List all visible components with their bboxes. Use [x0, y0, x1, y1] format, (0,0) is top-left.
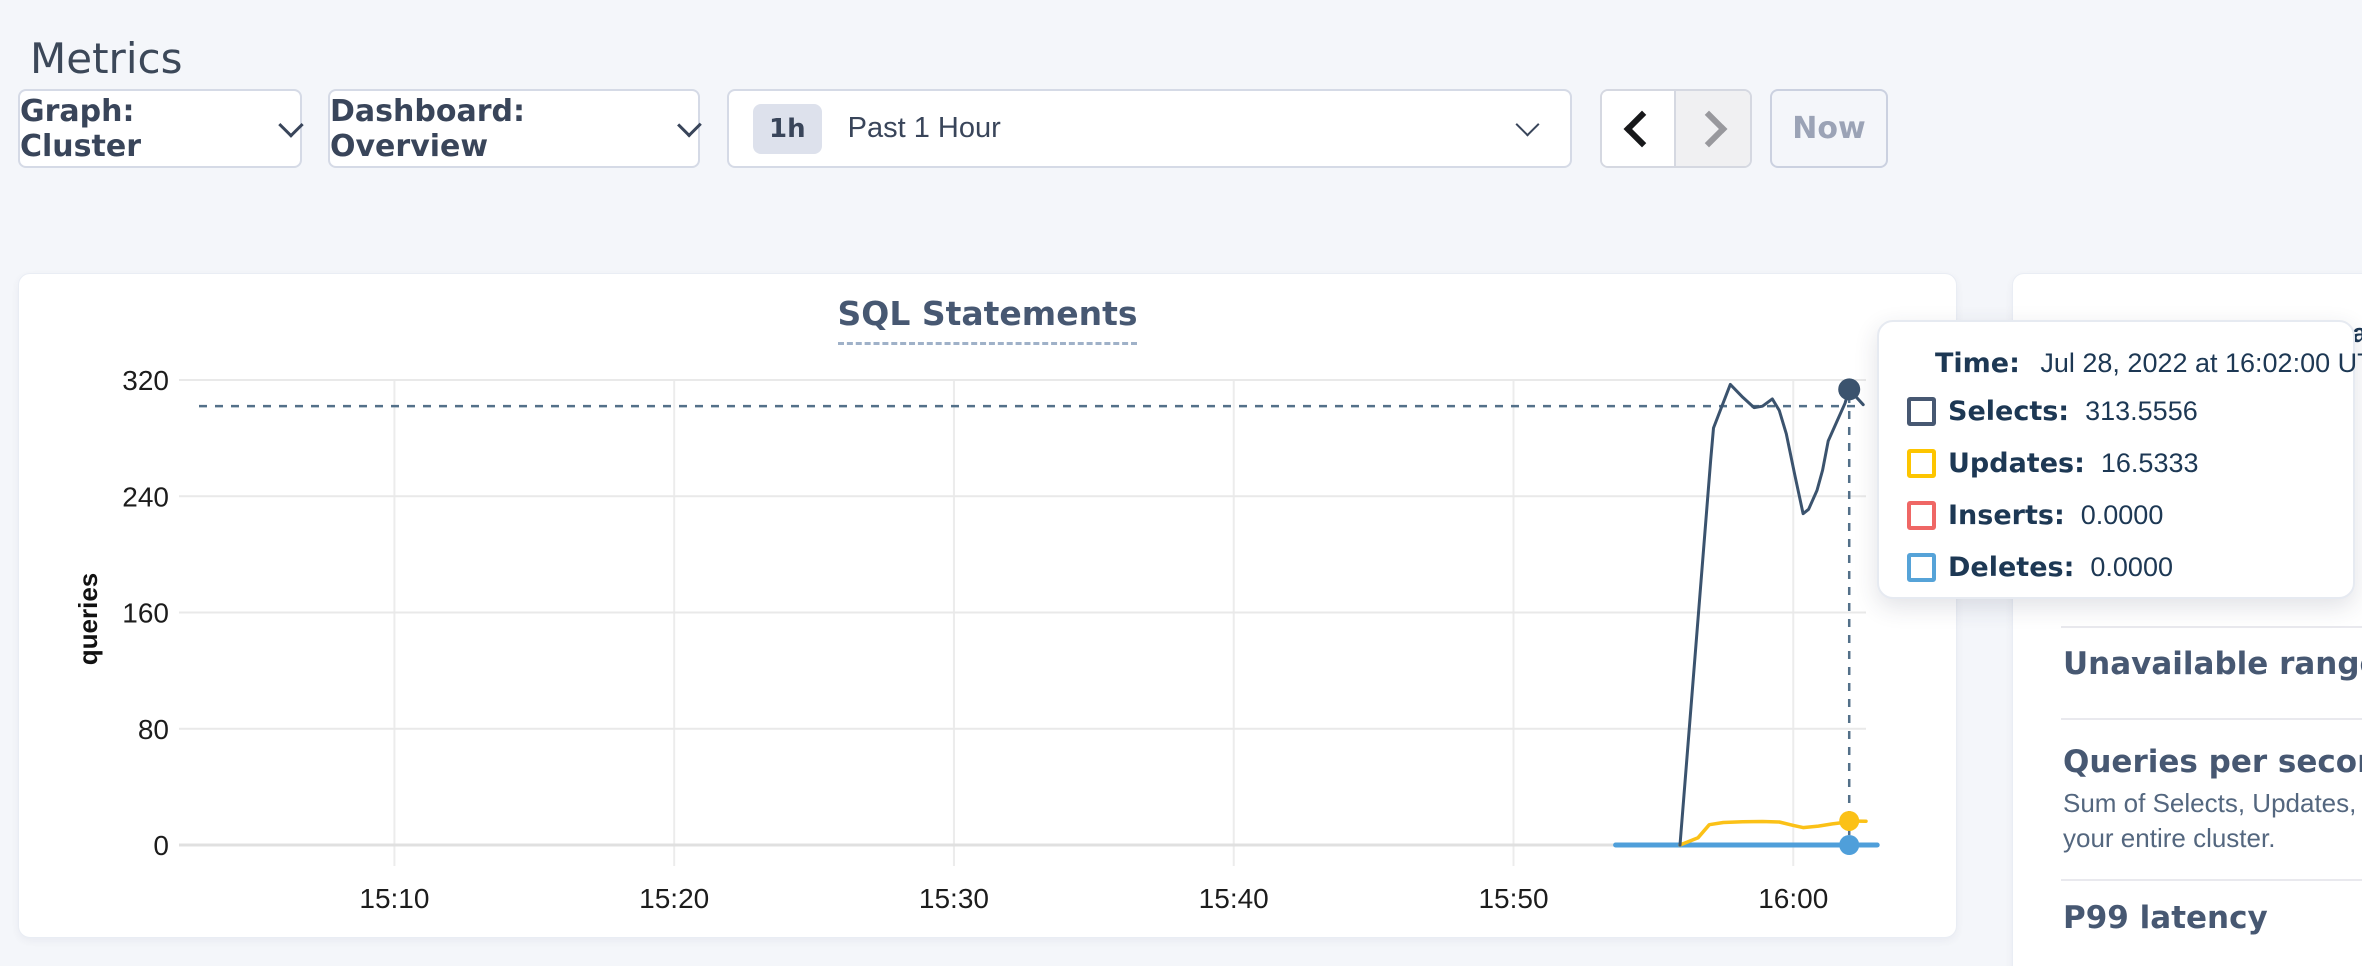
svg-text:80: 80 [138, 714, 169, 745]
svg-text:0: 0 [153, 830, 169, 861]
tooltip-time-value: Jul 28, 2022 at 16:02:00 UTC [2040, 348, 2362, 378]
deletes-series-swatch-icon [1907, 553, 1936, 582]
next-time-button-disabled[interactable] [1676, 91, 1750, 166]
tooltip-time-label: Time: [1935, 348, 2020, 379]
svg-text:15:40: 15:40 [1199, 883, 1269, 914]
page-title: Metrics [30, 34, 182, 83]
tooltip-row-updates: Updates: 16.5333 [1907, 448, 2325, 479]
chevron-down-icon [1515, 112, 1539, 136]
svg-text:16:00: 16:00 [1758, 883, 1828, 914]
time-range-badge: 1h [753, 104, 822, 154]
chevron-down-icon [677, 112, 702, 137]
divider [2061, 879, 2362, 881]
sidebar-desc-line: your entire cluster. [2063, 823, 2275, 854]
time-range-select[interactable]: 1h Past 1 Hour [727, 89, 1572, 168]
dashboard-dropdown[interactable]: Dashboard: Overview [328, 89, 700, 168]
now-button[interactable]: Now [1770, 89, 1888, 168]
sidebar-heading-unavailable-ranges: Unavailable ranges [2063, 646, 2362, 682]
svg-text:15:10: 15:10 [359, 883, 429, 914]
svg-text:15:20: 15:20 [639, 883, 709, 914]
time-range-label: Past 1 Hour [848, 112, 1519, 145]
graph-scope-label: Graph: Cluster [20, 94, 262, 164]
svg-text:queries: queries [73, 573, 103, 666]
tooltip-row-deletes: Deletes: 0.0000 [1907, 552, 2325, 583]
svg-text:320: 320 [122, 365, 169, 396]
chevron-left-icon [1624, 110, 1661, 147]
divider [2061, 626, 2362, 628]
graph-scope-dropdown[interactable]: Graph: Cluster [18, 89, 302, 168]
chevron-right-icon [1691, 110, 1728, 147]
sidebar-desc-line: Sum of Selects, Updates, Inserts [2063, 788, 2362, 819]
tooltip-time-row: Time: Jul 28, 2022 at 16:02:00 UTC [1935, 348, 2325, 379]
chart-tooltip: Time: Jul 28, 2022 at 16:02:00 UTC Selec… [1877, 320, 2355, 599]
prev-time-button[interactable] [1602, 91, 1676, 166]
inserts-series-swatch-icon [1907, 501, 1936, 530]
svg-text:15:30: 15:30 [919, 883, 989, 914]
chevron-down-icon [278, 112, 303, 137]
time-step-button-group [1600, 89, 1752, 168]
svg-text:15:50: 15:50 [1478, 883, 1548, 914]
dashboard-label: Dashboard: Overview [330, 94, 661, 164]
selects-series-swatch-icon [1907, 397, 1936, 426]
sql-statements-chart[interactable]: 15:10 15:20 15:30 15:40 15:50 16:00 0 80 160 240 3… [19, 274, 1956, 937]
updates-series-swatch-icon [1907, 449, 1936, 478]
divider [2061, 718, 2362, 720]
tooltip-row-selects: Selects: 313.5556 [1907, 396, 2325, 427]
tooltip-row-inserts: Inserts: 0.0000 [1907, 500, 2325, 531]
svg-text:160: 160 [122, 598, 169, 629]
sql-statements-chart-card: SQL Statements 15:1015:2015:3015:4015:50… [18, 273, 1957, 938]
sidebar-heading-queries-per-second: Queries per second [2063, 744, 2362, 780]
sidebar-heading-p99-latency: P99 latency [2063, 900, 2268, 936]
svg-text:240: 240 [122, 481, 169, 512]
